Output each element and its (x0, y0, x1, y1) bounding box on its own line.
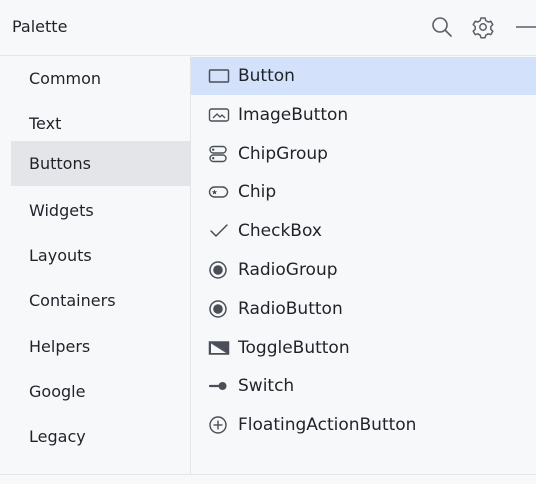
widget-item-switch[interactable]: Switch (191, 367, 536, 405)
category-label: Buttons (29, 154, 91, 173)
button-icon (208, 67, 230, 85)
category-label: Google (29, 382, 86, 401)
widget-item-checkbox[interactable]: CheckBox (191, 212, 536, 250)
widget-label: RadioGroup (238, 260, 338, 280)
widget-item-chipgroup[interactable]: ChipGroup (191, 135, 536, 173)
search-icon[interactable] (429, 14, 455, 40)
chip-group-icon (208, 145, 230, 163)
category-common[interactable]: Common (11, 56, 191, 101)
widget-item-chip[interactable]: Chip (191, 173, 536, 211)
widget-item-button[interactable]: Button (191, 57, 536, 95)
widget-item-togglebutton[interactable]: ToggleButton (191, 329, 536, 367)
fab-plus-icon (208, 416, 230, 434)
widget-label: Chip (238, 182, 277, 202)
radio-group-icon (208, 261, 230, 279)
category-containers[interactable]: Containers (11, 278, 191, 323)
widget-label: RadioButton (238, 299, 343, 319)
category-label: Layouts (29, 246, 92, 265)
widget-label: CheckBox (238, 221, 322, 241)
widget-item-radiobutton[interactable]: RadioButton (191, 290, 536, 328)
widget-label: ImageButton (238, 105, 349, 125)
palette-header: Palette (0, 0, 536, 56)
category-label: Containers (29, 291, 116, 310)
panel-title: Palette (12, 17, 68, 36)
widget-label: Switch (238, 376, 295, 396)
category-label: Widgets (29, 201, 94, 220)
widget-item-radiogroup[interactable]: RadioGroup (191, 251, 536, 289)
widget-item-floatingactionbutton[interactable]: FloatingActionButton (191, 406, 536, 444)
switch-icon (208, 377, 230, 395)
category-buttons[interactable]: Buttons (11, 141, 191, 186)
toggle-button-icon (208, 339, 230, 357)
panel-footer-divider (0, 474, 536, 484)
category-helpers[interactable]: Helpers (11, 324, 191, 369)
category-label: Helpers (29, 337, 91, 356)
category-list: Common Text Buttons Widgets Layouts Cont… (0, 56, 191, 474)
category-label: Text (29, 114, 62, 133)
category-layouts[interactable]: Layouts (11, 233, 191, 278)
widget-list: Button ImageButton ChipGroup Chip CheckB (191, 56, 536, 474)
category-label: Legacy (29, 427, 86, 446)
chip-icon (208, 183, 230, 201)
category-legacy[interactable]: Legacy (11, 414, 191, 459)
radio-button-icon (208, 300, 230, 318)
category-widgets[interactable]: Widgets (11, 188, 191, 233)
image-button-icon (208, 106, 230, 124)
category-google[interactable]: Google (11, 369, 191, 414)
category-label: Common (29, 69, 102, 88)
widget-label: Button (238, 66, 295, 86)
checkmark-icon (208, 222, 230, 240)
widget-label: ToggleButton (238, 338, 350, 358)
category-text[interactable]: Text (11, 101, 191, 146)
widget-label: FloatingActionButton (238, 415, 417, 435)
palette-panel: Palette Common Text Buttons Widgets Layo… (0, 0, 536, 484)
widget-item-imagebutton[interactable]: ImageButton (191, 96, 536, 134)
minimize-icon[interactable] (512, 14, 536, 40)
widget-label: ChipGroup (238, 144, 328, 164)
gear-icon[interactable] (470, 14, 496, 40)
